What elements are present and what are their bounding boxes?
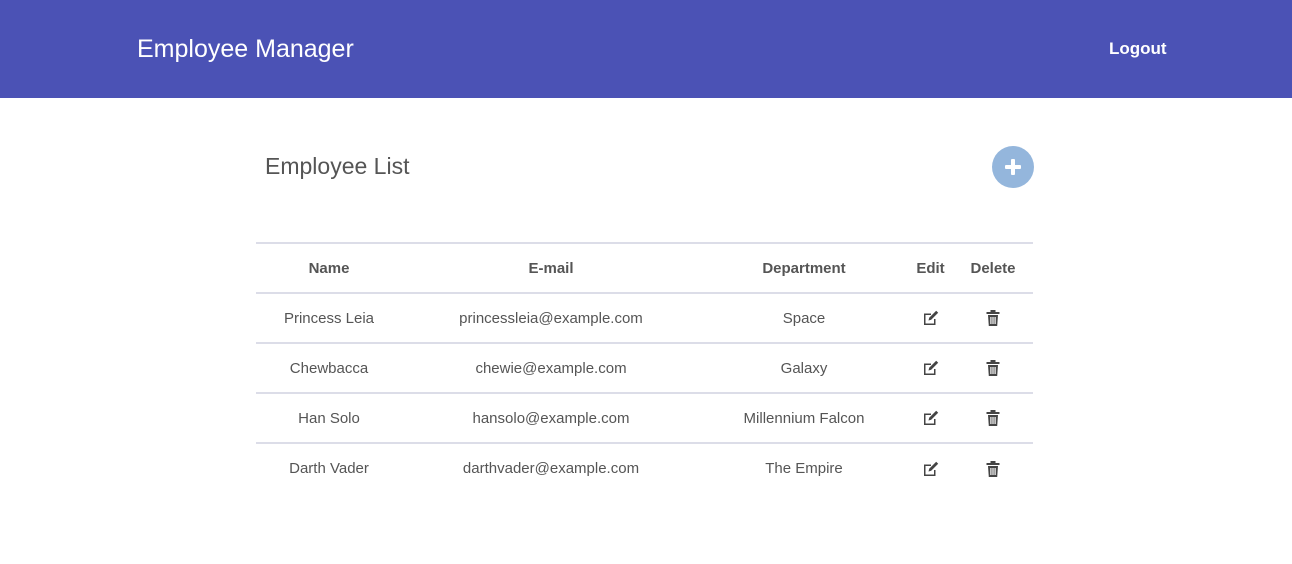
- edit-icon[interactable]: [921, 308, 941, 328]
- trash-icon[interactable]: [983, 358, 1003, 378]
- table-row: Princess Leia princessleia@example.com S…: [256, 293, 1033, 344]
- table-row: Chewbacca chewie@example.com Galaxy: [256, 343, 1033, 394]
- employee-name: Princess Leia: [256, 293, 402, 344]
- employee-email: darthvader@example.com: [462, 460, 640, 477]
- edit-cell: [908, 343, 953, 394]
- employee-department: Space: [700, 293, 908, 344]
- delete-cell: [953, 443, 1033, 493]
- edit-cell: [908, 443, 953, 493]
- table-row: Han Solo hansolo@example.com Millennium …: [256, 393, 1033, 444]
- edit-icon[interactable]: [921, 408, 941, 428]
- trash-icon[interactable]: [983, 308, 1003, 328]
- column-header-name: Name: [256, 243, 402, 294]
- employee-name: Han Solo: [256, 393, 402, 444]
- delete-cell: [953, 393, 1033, 444]
- employee-email: hansolo@example.com: [402, 393, 700, 444]
- employee-name: Chewbacca: [256, 343, 402, 394]
- edit-cell: [908, 293, 953, 344]
- column-header-delete: Delete: [953, 243, 1033, 294]
- plus-icon: [1005, 159, 1021, 175]
- top-navbar: Employee Manager Logout: [0, 0, 1292, 98]
- logout-link[interactable]: Logout: [1109, 39, 1167, 59]
- column-header-department: Department: [700, 243, 908, 294]
- employee-department: Millennium Falcon: [700, 393, 908, 444]
- delete-cell: [953, 293, 1033, 344]
- employee-email: chewie@example.com: [402, 343, 700, 394]
- column-header-edit: Edit: [908, 243, 953, 294]
- app-brand[interactable]: Employee Manager: [137, 33, 354, 65]
- add-employee-button[interactable]: [992, 146, 1034, 188]
- trash-icon[interactable]: [983, 459, 1003, 479]
- trash-icon[interactable]: [983, 408, 1003, 428]
- page-title: Employee List: [265, 153, 410, 179]
- column-header-email: E-mail: [402, 243, 700, 294]
- employee-department: Galaxy: [700, 343, 908, 394]
- edit-cell: [908, 393, 953, 444]
- employee-email: princessleia@example.com: [402, 293, 700, 344]
- employee-department: The Empire: [765, 460, 843, 477]
- edit-icon[interactable]: [921, 358, 941, 378]
- employee-table: Name E-mail Department Edit Delete Princ…: [256, 242, 1033, 493]
- delete-cell: [953, 343, 1033, 394]
- employee-name: Darth Vader: [289, 460, 369, 477]
- table-row: Darth Vader darthvader@example.com The E…: [256, 443, 1033, 493]
- edit-icon[interactable]: [921, 459, 941, 479]
- table-header-row: Name E-mail Department Edit Delete: [256, 243, 1033, 294]
